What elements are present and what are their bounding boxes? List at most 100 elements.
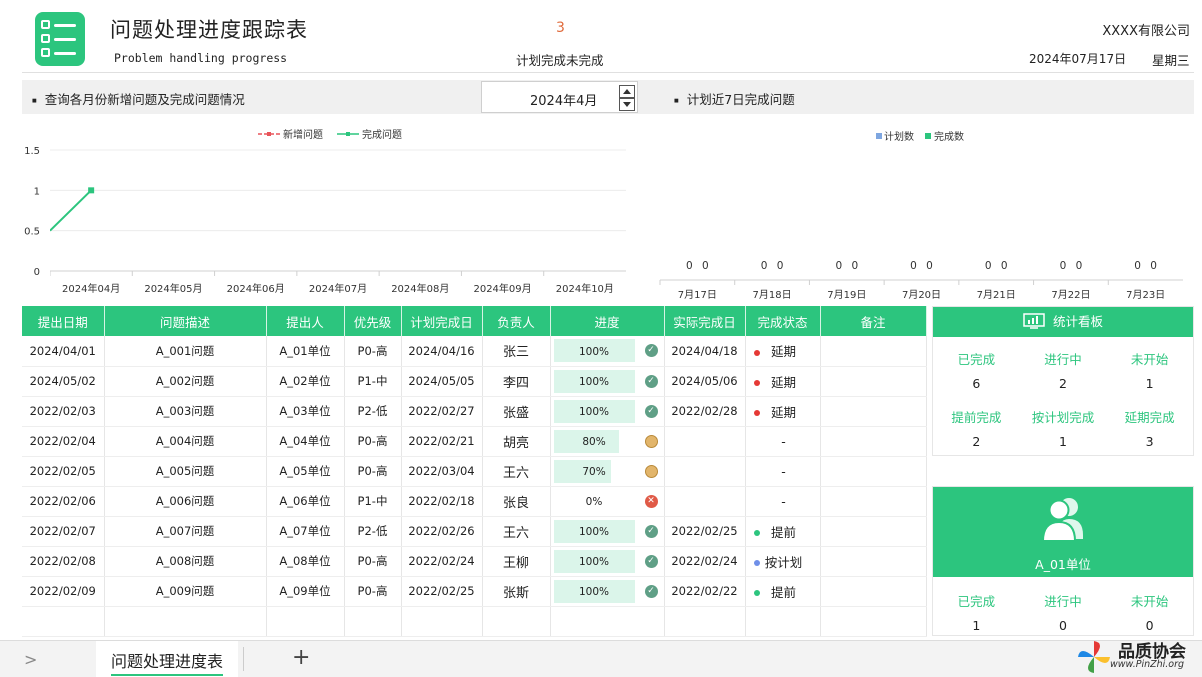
bar-value-label: 0	[835, 260, 842, 272]
bar-chart-svg: 计划数 完成数0 07月17日0 07月18日0 07月19日0 07月20日0 07月21…	[659, 130, 1183, 301]
note-cell[interactable]	[820, 516, 927, 547]
completed-value: 6	[972, 376, 981, 391]
plan-date-cell: 2022/02/24	[401, 546, 483, 577]
sheet-tab-label: 问题处理进度表	[110, 648, 223, 676]
person-cell: A_04单位	[266, 426, 345, 457]
status-text: 按计划	[764, 554, 803, 570]
person-cell: A_05单位	[266, 456, 345, 487]
spinner-down-button[interactable]	[619, 98, 635, 111]
person-cell: A_08单位	[266, 546, 345, 577]
col-header-priority: 优先级	[344, 306, 402, 336]
status-text: 延期	[770, 404, 796, 420]
line-chart-svg: 新增问题 完成问题 0 0.5 1 1.5 2024年04月 2024年05月 2024年06月…	[22, 128, 626, 295]
progress-cell: 100% ✓	[550, 396, 665, 427]
dashboard-title: 统计看板	[1052, 314, 1103, 329]
actual-date-cell: 2022/02/22	[664, 576, 746, 607]
note-cell[interactable]	[820, 576, 927, 607]
actual-date-cell	[664, 486, 746, 517]
sheet-tab-active[interactable]: 问题处理进度表	[96, 641, 238, 677]
plot-left-mask	[22, 145, 50, 276]
plan-date-cell: 2022/02/27	[401, 396, 483, 427]
desc-cell: A_005问题	[104, 456, 267, 487]
line	[54, 52, 76, 55]
note-cell[interactable]	[820, 546, 927, 577]
progress-text: 0%	[585, 496, 603, 508]
col-header-owner: 负责人	[482, 306, 551, 336]
x-tick-label: 2024年10月	[556, 282, 614, 295]
current-date: 2024年07月17日	[1029, 52, 1127, 66]
notstarted-label: 未开始	[1130, 352, 1169, 367]
y-tick-label: 0.5	[24, 227, 40, 238]
table-row[interactable]: 2024/05/02 A_002问题 A_02单位 P1-中 2024/05/05 李四 1…	[22, 366, 927, 397]
actual-date-cell: 2022/02/24	[664, 546, 746, 577]
inprogress-label: 进行中	[1044, 352, 1082, 367]
person-cell: A_06单位	[266, 486, 345, 517]
priority-cell: P1-中	[344, 366, 402, 397]
users-icon	[1041, 498, 1083, 542]
table-row[interactable]: 2024/04/01 A_001问题 A_01单位 P0-高 2024/04/16 张三 1…	[22, 336, 927, 367]
unit-completed-value: 1	[972, 618, 981, 633]
x-tick-label: 7月21日	[977, 289, 1016, 300]
status-cell: 提前	[745, 576, 821, 607]
table-row[interactable]: 2022/02/09 A_009问题 A_09单位 P0-高 2022/02/25 张斯 1…	[22, 576, 927, 607]
note-cell[interactable]	[820, 486, 927, 517]
person-cell: A_02单位	[266, 366, 345, 397]
note-cell[interactable]	[820, 336, 927, 367]
plan-date-cell: 2022/02/26	[401, 516, 483, 547]
pinwheel-logo-icon	[1078, 641, 1110, 673]
desc-cell: A_009问题	[104, 576, 267, 607]
early-label: 提前完成	[951, 410, 1002, 425]
x-tick-label: 7月19日	[827, 289, 866, 300]
chevron-up-icon	[623, 89, 631, 94]
col-header-date: 提出日期	[22, 306, 105, 336]
dashboard-header: 统计看板	[933, 307, 1193, 337]
unit-inprogress-label: 进行中	[1044, 594, 1082, 609]
priority-cell: P0-高	[344, 546, 402, 577]
chevron-right-icon[interactable]: >	[24, 650, 37, 669]
table-row[interactable]: 2022/02/05 A_005问题 A_05单位 P0-高 2022/03/04 王六 7…	[22, 456, 927, 487]
priority-cell: P1-中	[344, 486, 402, 517]
note-cell[interactable]	[820, 456, 927, 487]
empty-cell	[664, 606, 746, 637]
note-cell[interactable]	[820, 396, 927, 427]
empty-cell	[745, 606, 821, 637]
status-text: -	[781, 493, 786, 509]
spinner-up-button[interactable]	[619, 85, 635, 98]
table-row[interactable]: 2022/02/07 A_007问题 A_07单位 P2-低 2022/02/26 王六 1…	[22, 516, 927, 547]
page-title: 问题处理进度跟踪表	[110, 18, 308, 42]
current-weekday: 星期三	[1152, 53, 1190, 68]
progress-text: 100%	[578, 406, 610, 418]
progress-text: 80%	[582, 436, 606, 448]
progress-cell: 0% ✕	[550, 486, 665, 517]
add-sheet-button[interactable]: +	[292, 645, 310, 670]
note-cell[interactable]	[820, 366, 927, 397]
table-row[interactable]: 2022/02/08 A_008问题 A_08单位 P0-高 2022/02/24 王柳 1…	[22, 546, 927, 577]
status-cell: 按计划	[745, 546, 821, 577]
ontime-value: 1	[1059, 434, 1067, 449]
bar-value-label: 0	[851, 260, 858, 272]
bar-value-label: 0	[1076, 260, 1083, 272]
priority-cell: P2-低	[344, 396, 402, 427]
progress-cell: 100% ✓	[550, 546, 665, 577]
priority-cell: P0-高	[344, 426, 402, 457]
legend-planned-swatch	[876, 133, 882, 139]
owner-cell: 张斯	[482, 576, 551, 607]
plan-date-cell: 2022/02/21	[401, 426, 483, 457]
bar-value-label: 0	[1134, 260, 1141, 272]
person-cell: A_09单位	[266, 576, 345, 607]
table-row[interactable]: 2022/02/06 A_006问题 A_06单位 P1-中 2022/02/18 张良 0…	[22, 486, 927, 517]
note-cell[interactable]	[820, 426, 927, 457]
month-spinner[interactable]: 2024年4月	[481, 81, 638, 113]
tab-separator	[243, 647, 244, 671]
owner-cell: 胡亮	[482, 426, 551, 457]
check-icon: ✓	[644, 374, 658, 388]
plan-date-cell: 2022/02/25	[401, 576, 483, 607]
table-row[interactable]: 2022/02/03 A_003问题 A_03单位 P2-低 2022/02/27 张盛 1…	[22, 396, 927, 427]
owner-cell: 王六	[482, 456, 551, 487]
status-text: -	[781, 463, 786, 479]
company-name: XXXX有限公司	[1102, 24, 1190, 39]
progress-cell: 100% ✓	[550, 366, 665, 397]
header-divider	[22, 72, 1194, 73]
table-row[interactable]: 2022/02/04 A_004问题 A_04单位 P0-高 2022/02/21 胡亮 8…	[22, 426, 927, 457]
desc-cell: A_003问题	[104, 396, 267, 427]
